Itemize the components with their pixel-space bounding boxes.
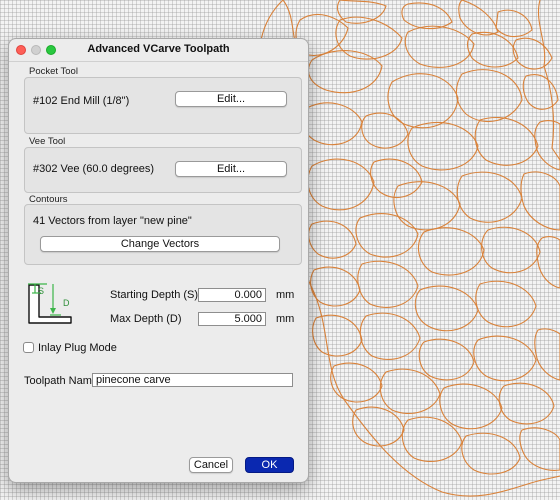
scale-contour <box>495 9 533 38</box>
pocket-tool-edit-button[interactable]: Edit... <box>175 91 287 107</box>
toolpath-name-input[interactable] <box>92 373 293 387</box>
pocket-tool-group: #102 End Mill (1/8") Edit... <box>24 77 302 134</box>
scale-contour <box>393 181 461 231</box>
scale-contour <box>300 102 363 146</box>
diagram-s-label: S <box>38 286 45 296</box>
outline-contour <box>537 0 560 161</box>
title-bar[interactable]: Advanced VCarve Toolpath <box>9 39 308 62</box>
vee-tool-group: #302 Vee (60.0 degrees) Edit... <box>24 147 302 193</box>
scale-contour <box>520 171 560 231</box>
scale-contour <box>379 368 441 414</box>
scale-contour <box>361 112 409 149</box>
scale-contour <box>355 213 419 258</box>
scale-contour <box>308 220 357 259</box>
scale-contour <box>455 69 523 123</box>
toolpath-name-label: Toolpath Name <box>24 375 98 387</box>
pocket-tool-label: Pocket Tool <box>29 66 78 77</box>
starting-depth-label: Starting Depth (S) <box>110 289 199 301</box>
scale-contour <box>481 226 541 274</box>
scale-contour <box>414 285 479 332</box>
scale-contour <box>461 432 521 475</box>
window-title: Advanced VCarve Toolpath <box>87 43 230 55</box>
inlay-plug-mode-label: Inlay Plug Mode <box>38 342 117 354</box>
max-depth-label: Max Depth (D) <box>110 313 182 325</box>
scale-contour <box>536 236 560 289</box>
scale-contour <box>336 0 387 24</box>
advanced-vcarve-dialog: Advanced VCarve Toolpath Pocket Tool #10… <box>8 38 309 483</box>
scale-contour <box>335 16 403 60</box>
diagram-d-label: D <box>63 298 70 308</box>
starting-depth-unit: mm <box>276 289 295 301</box>
scale-contour <box>534 120 560 171</box>
scale-contour <box>417 227 485 276</box>
contours-group: 41 Vectors from layer "new pine" Change … <box>24 204 302 265</box>
scale-contour <box>519 427 560 471</box>
scale-contour <box>357 260 419 308</box>
scale-contour <box>307 158 375 211</box>
scale-contour <box>310 266 361 307</box>
vee-tool-edit-button[interactable]: Edit... <box>175 161 287 177</box>
pocket-tool-name: #102 End Mill (1/8") <box>33 95 130 107</box>
scale-contour <box>512 37 553 70</box>
vee-tool-label: Vee Tool <box>29 136 66 147</box>
scale-contour <box>466 31 519 68</box>
scale-contour <box>475 280 537 328</box>
vee-tool-name: #302 Vee (60.0 degrees) <box>33 163 155 175</box>
scale-contour <box>330 362 383 403</box>
scale-contour <box>404 25 475 68</box>
scale-contour <box>534 328 560 381</box>
scale-contour <box>401 416 463 462</box>
scale-contour <box>474 116 539 166</box>
scale-contour <box>439 383 503 430</box>
scale-contour <box>456 171 523 223</box>
starting-depth-input[interactable] <box>198 288 266 302</box>
scale-contour <box>418 338 475 381</box>
cancel-button[interactable]: Cancel <box>189 457 233 473</box>
scale-contour <box>370 158 423 198</box>
contours-vectors-text: 41 Vectors from layer "new pine" <box>33 215 192 227</box>
ok-button[interactable]: OK <box>245 457 294 473</box>
inlay-plug-mode-checkbox[interactable] <box>23 342 34 353</box>
scale-contour <box>458 0 499 36</box>
scale-contour <box>401 2 453 30</box>
scale-contour <box>473 335 537 382</box>
scale-contour <box>308 50 383 94</box>
scale-contour <box>359 312 421 360</box>
max-depth-input[interactable] <box>198 312 266 326</box>
change-vectors-button[interactable]: Change Vectors <box>40 236 280 252</box>
scale-contour <box>407 121 479 171</box>
scale-contour <box>352 406 405 447</box>
scale-contour <box>498 382 555 425</box>
max-depth-unit: mm <box>276 313 295 325</box>
scale-contour <box>312 314 363 357</box>
